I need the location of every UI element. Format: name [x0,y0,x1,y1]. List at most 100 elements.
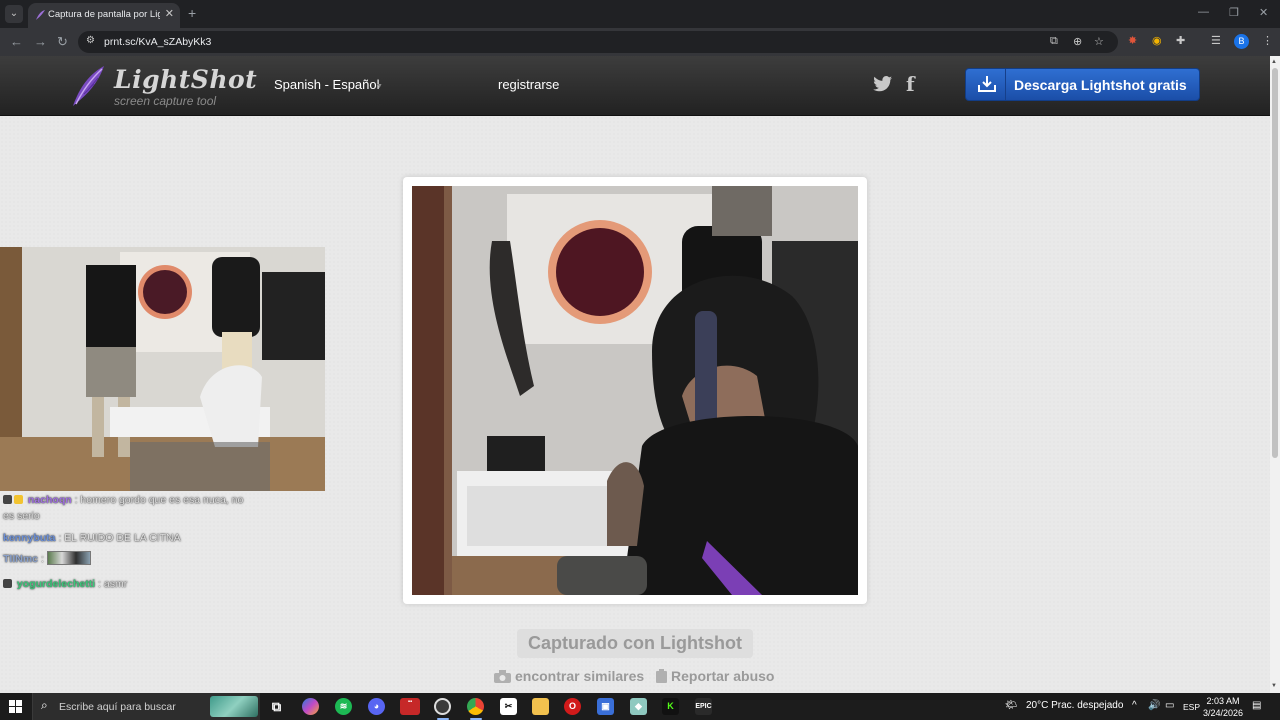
chrome-icon[interactable] [467,698,484,715]
puzzle-icon[interactable]: ✚ [1176,34,1185,47]
find-similar-link[interactable]: encontrar similares [494,668,644,684]
cast-icon[interactable]: ⧉ [1050,35,1058,48]
notifications-icon[interactable]: ▤ [1252,700,1261,711]
input-language[interactable]: ESP [1183,702,1200,712]
chat-text: : asmr [98,578,128,590]
color-extension-icon[interactable]: ◉ [1152,34,1162,47]
sub-badge-icon [14,495,23,504]
download-icon [978,76,996,92]
chat-username[interactable]: yogurdelechetti [17,578,95,590]
site-info-icon[interactable]: ⚙ [86,35,95,46]
clock-date: 3/24/2026 [1202,708,1244,718]
chat-message: TIINmc : [3,551,91,565]
tab-close-icon[interactable]: ✕ [165,7,174,20]
crown-badge-icon [3,579,12,588]
crown-badge-icon [3,495,12,504]
report-abuse-label: Reportar abuso [671,668,775,684]
opera-icon[interactable]: O [564,698,581,715]
power-button-app-icon[interactable]: ▪▪ [400,698,420,715]
emote-image [46,551,91,565]
scroll-up-icon[interactable]: ▲ [1271,59,1277,65]
chat-username[interactable]: nachoqn [28,494,72,506]
tab-active[interactable]: Captura de pantalla por Lightsh ✕ [28,3,180,28]
camera-icon [494,670,511,683]
back-icon[interactable]: ← [10,34,23,49]
caption-text: Capturado con Lightshot [528,633,742,653]
maximize-icon[interactable]: ❐ [1229,6,1239,19]
chat-text: es serio [3,510,40,522]
volume-icon[interactable]: 🔊 [1148,700,1160,711]
tab-search-icon[interactable]: ⌄ [5,5,23,23]
facebook-icon[interactable]: f [906,72,915,96]
windows-start-icon[interactable] [9,700,22,713]
chat-text: : homero gordo que es esa nuca, no [74,494,244,506]
capcut-icon[interactable]: ✂ [500,698,517,715]
url-text[interactable]: prnt.sc/KvA_sZAbyKk3 [104,36,211,48]
lightshot-favicon-icon [36,10,45,20]
star-icon[interactable]: ☆ [1094,35,1104,48]
forward-icon[interactable]: → [34,34,47,49]
new-tab-button[interactable]: + [188,5,196,21]
task-view-icon[interactable]: ⧉ [268,698,285,715]
taskbar: ⌕ Escribe aquí para buscar ⧉ ≋ ◕ ▪▪ ✂ O … [0,693,1280,720]
chat-username[interactable]: kennybuta [3,532,56,544]
logo-subtitle: screen capture tool [114,94,217,108]
minimize-icon[interactable]: — [1198,6,1209,18]
screenshot-image[interactable] [412,186,858,595]
kick-icon[interactable]: K [662,698,679,715]
register-link[interactable]: registrarse [498,77,559,92]
logo-title[interactable]: LightShot [114,65,257,94]
tab-strip: ⌄ Captura de pantalla por Lightsh ✕ + — … [0,0,1280,28]
chat-message: yogurdelechetti : asmr [3,578,127,590]
browser-toolbar: ← → ↻ ⚙ prnt.sc/KvA_sZAbyKk3 ⧉ ⊕ ☆ ✸ ◉ ✚… [0,28,1280,56]
chat-message-continuation: es serio [3,510,40,522]
language-selector[interactable]: Spanish - Español [274,77,380,92]
file-explorer-icon[interactable] [532,698,549,715]
chat-text: : EL RUIDO DE LA CITNA [58,532,181,544]
clock-time: 2:03 AM [1206,696,1240,706]
search-icon: ⌕ [41,698,48,712]
chat-message: kennybuta : EL RUIDO DE LA CITNA [3,532,181,544]
tab-title: Captura de pantalla por Lightsh [48,9,160,20]
profile-avatar[interactable]: B [1234,34,1249,49]
app-icon[interactable]: ▣ [597,698,614,715]
reload-icon[interactable]: ↻ [57,34,68,50]
extension-icon[interactable]: ✸ [1128,34,1137,47]
clipboard-icon [656,669,667,683]
epic-games-icon[interactable]: EPIC [695,698,712,715]
scroll-down-icon[interactable]: ▼ [1271,683,1277,689]
spotify-icon[interactable]: ≋ [335,698,352,715]
tray-chevron-icon[interactable]: ^ [1132,700,1137,711]
stream-thumbnail-image [0,247,325,491]
download-button[interactable]: Descarga Lightshot gratis [965,68,1200,101]
network-icon[interactable]: ▭ [1165,700,1174,711]
twitter-icon[interactable] [873,75,893,93]
chat-username[interactable]: TIINmc [3,553,38,565]
download-icon-box [966,69,1006,100]
search-highlight-image[interactable] [210,696,258,717]
chat-message: nachoqn : homero gordo que es esa nuca, … [3,494,243,506]
site-header: LightShot screen capture tool Spanish - … [0,56,1270,116]
download-button-label: Descarga Lightshot gratis [1014,77,1187,93]
find-similar-label: encontrar similares [515,668,645,684]
weather-icon[interactable]: 🌤 [1005,700,1018,711]
search-placeholder: Escribe aquí para buscar [59,701,176,713]
copilot-icon[interactable] [302,698,319,715]
close-icon[interactable]: ✕ [1259,6,1268,19]
chevron-down-icon[interactable]: ▼ [376,83,383,90]
chat-text: : [40,553,44,565]
taskbar-search-box[interactable]: ⌕ Escribe aquí para buscar [32,693,260,720]
zoom-icon[interactable]: ⊕ [1073,35,1082,48]
notes-app-icon[interactable]: ◆ [630,698,647,715]
weather-text[interactable]: 20°C Prac. despejado [1026,700,1123,711]
report-abuse-link[interactable]: Reportar abuso [656,668,774,684]
screenshot-frame [403,177,867,604]
scroll-thumb[interactable] [1272,68,1278,458]
address-bar[interactable]: ⚙ prnt.sc/KvA_sZAbyKk3 ⧉ ⊕ ☆ [78,31,1118,53]
clock[interactable]: 2:03 AM 3/24/2026 [1200,695,1246,719]
reading-list-icon[interactable]: ☰ [1211,34,1221,47]
menu-icon[interactable]: ⋮ [1262,34,1273,47]
discord-icon[interactable]: ◕ [368,698,385,715]
obs-icon[interactable] [434,698,451,715]
page-scrollbar[interactable]: ▲ ▼ [1270,56,1280,693]
